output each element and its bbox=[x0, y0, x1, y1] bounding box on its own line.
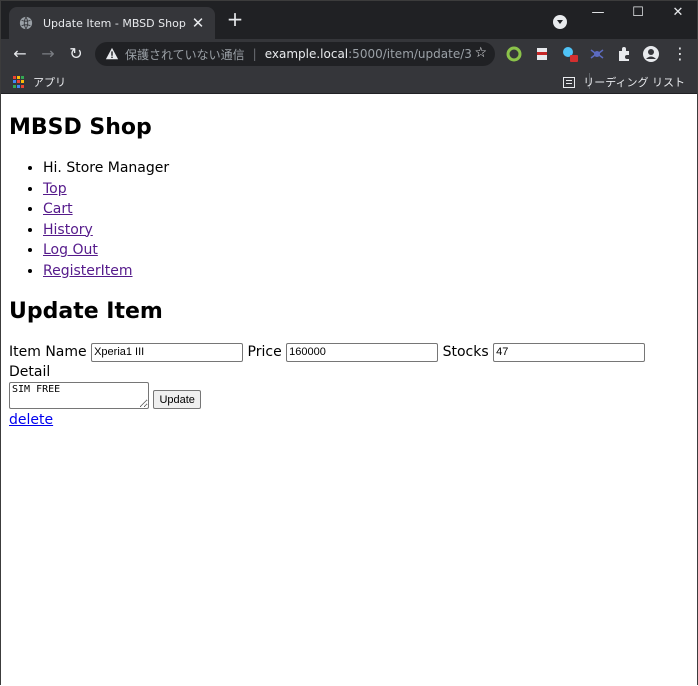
link-logout[interactable]: Log Out bbox=[43, 242, 98, 258]
link-register-item[interactable]: RegisterItem bbox=[43, 263, 133, 279]
page-viewport: MBSD Shop Hi. Store Manager Top Cart His… bbox=[1, 95, 697, 686]
nav-item-top: Top bbox=[43, 179, 689, 200]
url-path: :5000/item/update/3 bbox=[348, 47, 472, 61]
close-window-button[interactable]: ✕ bbox=[668, 5, 688, 20]
address-bar[interactable]: 保護されていない通信 | example.local:5000/item/upd… bbox=[95, 42, 495, 66]
extension-bug-icon[interactable] bbox=[589, 46, 605, 62]
link-top[interactable]: Top bbox=[43, 181, 67, 197]
site-title: MBSD Shop bbox=[9, 115, 152, 140]
reading-list-icon bbox=[563, 76, 576, 88]
nav-item-logout: Log Out bbox=[43, 240, 689, 261]
extension-document-icon[interactable] bbox=[534, 46, 550, 62]
nav-item-history: History bbox=[43, 220, 689, 241]
tab-strip: Update Item - MBSD Shop ✕ + — ☐ ✕ bbox=[1, 1, 697, 39]
maximize-button[interactable]: ☐ bbox=[628, 5, 648, 20]
tab-search-icon[interactable] bbox=[553, 15, 567, 29]
link-cart[interactable]: Cart bbox=[43, 201, 73, 217]
new-tab-button[interactable]: + bbox=[225, 9, 245, 30]
browser-window: Update Item - MBSD Shop ✕ + — ☐ ✕ ← → ↻ … bbox=[0, 0, 698, 686]
globe-icon bbox=[19, 16, 33, 30]
detail-textarea[interactable]: SIM FREE bbox=[9, 382, 149, 409]
apps-icon bbox=[13, 76, 25, 88]
url-host: example.local bbox=[264, 47, 349, 61]
detail-label: Detail bbox=[9, 364, 51, 380]
nav-menu: Hi. Store Manager Top Cart History Log O… bbox=[9, 158, 689, 281]
price-label: Price bbox=[247, 344, 282, 360]
price-input[interactable] bbox=[286, 342, 439, 362]
active-tab[interactable]: Update Item - MBSD Shop ✕ bbox=[9, 7, 215, 39]
greeting: Hi. Store Manager bbox=[43, 158, 689, 179]
apps-shortcut[interactable]: アプリ bbox=[13, 74, 66, 90]
omnibox-separator: | bbox=[252, 47, 257, 61]
back-button[interactable]: ← bbox=[11, 45, 29, 63]
nav-item-cart: Cart bbox=[43, 199, 689, 220]
update-button[interactable]: Update bbox=[153, 390, 201, 409]
warning-icon bbox=[105, 47, 119, 60]
avatar-icon[interactable] bbox=[643, 46, 659, 62]
menu-icon[interactable]: ⋮ bbox=[671, 45, 689, 63]
extension-circle-icon[interactable] bbox=[506, 46, 522, 62]
stocks-label: Stocks bbox=[442, 344, 489, 360]
puzzle-icon[interactable] bbox=[616, 46, 632, 62]
security-label: 保護されていない通信 bbox=[125, 47, 245, 62]
link-history[interactable]: History bbox=[43, 222, 93, 238]
reading-list-button[interactable]: リーディング リスト bbox=[563, 74, 685, 90]
reading-list-label: リーディング リスト bbox=[583, 76, 685, 89]
bookmark-star-icon[interactable]: ☆ bbox=[474, 45, 487, 61]
reload-button[interactable]: ↻ bbox=[67, 45, 85, 63]
update-item-form: Item Name Price Stocks Detail SIM FREE U… bbox=[9, 342, 689, 409]
page-heading: Update Item bbox=[9, 299, 163, 324]
stocks-input[interactable] bbox=[493, 342, 646, 362]
browser-toolbar: ← → ↻ 保護されていない通信 | example.local:5000/it… bbox=[1, 39, 697, 69]
nav-item-register: RegisterItem bbox=[43, 261, 689, 282]
extension-badge-icon[interactable] bbox=[562, 46, 578, 62]
tab-close-icon[interactable]: ✕ bbox=[191, 14, 205, 32]
item-name-input[interactable] bbox=[91, 342, 244, 362]
minimize-button[interactable]: — bbox=[588, 5, 608, 20]
item-name-label: Item Name bbox=[9, 344, 87, 360]
bookmarks-bar: アプリ リーディング リスト bbox=[1, 69, 697, 94]
delete-link[interactable]: delete bbox=[9, 412, 53, 428]
forward-button[interactable]: → bbox=[39, 45, 57, 63]
apps-label: アプリ bbox=[33, 76, 66, 89]
tab-title: Update Item - MBSD Shop bbox=[43, 16, 186, 30]
